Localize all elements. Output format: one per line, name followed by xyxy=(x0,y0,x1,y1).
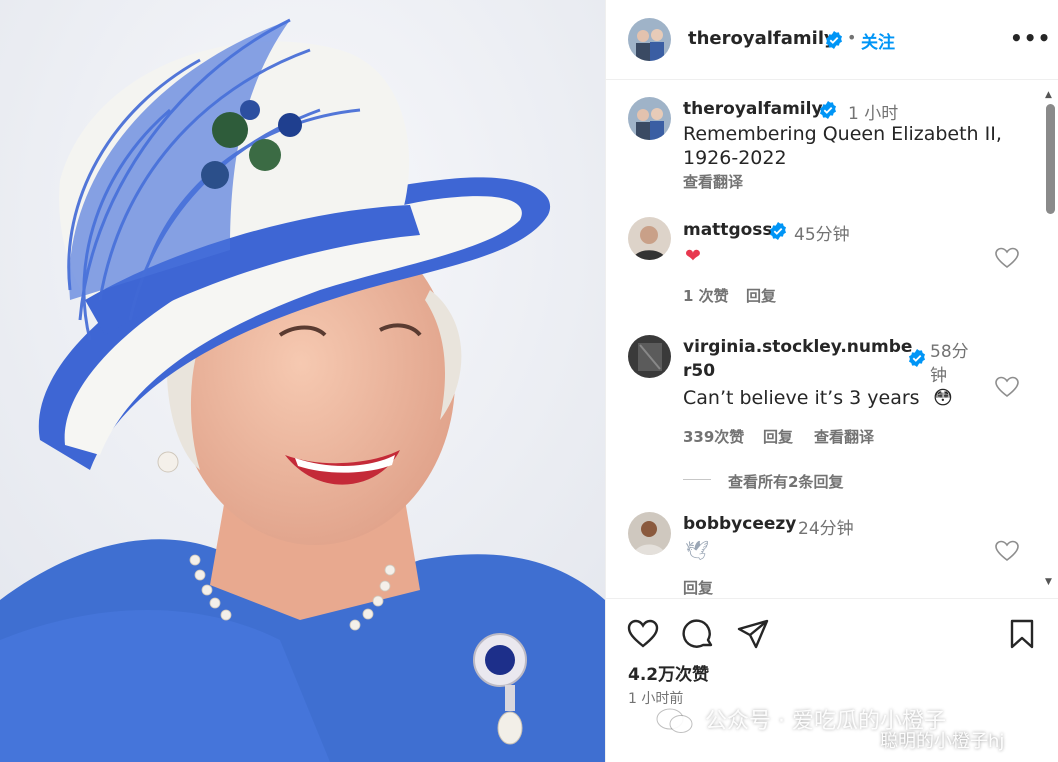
caption-username[interactable]: theroyalfamily xyxy=(683,99,823,119)
comment-icon[interactable] xyxy=(682,617,716,651)
comment-text: Can’t believe it’s 3 years xyxy=(683,387,920,409)
verified-icon xyxy=(825,31,843,51)
comment-avatar[interactable] xyxy=(628,512,671,555)
comment-avatar[interactable] xyxy=(628,335,671,378)
watermark-text-secondary: 聪明的小橙子hj xyxy=(880,731,1005,752)
comment-username[interactable]: mattgoss xyxy=(683,220,773,240)
flushed-emoji: 😳 xyxy=(933,387,953,409)
comment-avatar[interactable] xyxy=(628,217,671,260)
caption-text-line2: 1926-2022 xyxy=(683,147,787,169)
post-photo[interactable] xyxy=(0,0,605,762)
heart-icon[interactable] xyxy=(995,376,1019,398)
author-username[interactable]: theroyalfamily xyxy=(688,28,836,49)
comment-username[interactable]: bobbyceezy xyxy=(683,514,796,534)
photo-illustration xyxy=(0,0,605,762)
likes-count[interactable]: 4.2万次赞 xyxy=(628,660,709,685)
post-side-panel: theroyalfamily • 关注 ••• theroyalfamily 1… xyxy=(605,0,1058,762)
comment-time: 45分钟 xyxy=(794,225,850,245)
post-timestamp: 1 小时前 xyxy=(628,691,684,707)
like-heart-icon[interactable] xyxy=(626,617,660,651)
caption-time: 1 小时 xyxy=(848,104,899,124)
follow-button[interactable]: 关注 xyxy=(861,28,895,53)
replies-divider xyxy=(683,479,711,480)
comment-time: 24分钟 xyxy=(798,519,854,539)
reply-button[interactable]: 回复 xyxy=(746,285,776,306)
comments-scrollbar[interactable]: ▲ ▼ xyxy=(1043,90,1057,595)
save-icon[interactable] xyxy=(1005,617,1039,651)
comment-username-line2[interactable]: r50 xyxy=(683,361,715,381)
caption-avatar[interactable] xyxy=(628,97,671,140)
comment-translate-link[interactable]: 查看翻译 xyxy=(814,426,874,447)
caption-text-line1: Remembering Queen Elizabeth II, xyxy=(683,123,1002,145)
verified-icon xyxy=(769,222,787,242)
comment-time-line2: 钟 xyxy=(930,366,947,386)
comment-text-heart-emoji: ❤ xyxy=(685,245,701,267)
view-replies-button[interactable]: 查看所有2条回复 xyxy=(728,471,843,492)
scroll-down-arrow-icon[interactable]: ▼ xyxy=(1045,577,1052,587)
heart-icon[interactable] xyxy=(995,247,1019,269)
dove-emoji: 🕊 xyxy=(685,540,710,562)
heart-icon[interactable] xyxy=(995,540,1019,562)
reply-button[interactable]: 回复 xyxy=(683,577,713,597)
share-icon[interactable] xyxy=(736,617,770,651)
comment-time-line1: 58分 xyxy=(930,342,969,362)
verified-icon xyxy=(908,349,926,369)
wechat-icon xyxy=(656,708,693,733)
scrollbar-thumb[interactable] xyxy=(1046,104,1055,214)
post-header: theroyalfamily • 关注 ••• xyxy=(606,0,1058,80)
scroll-up-arrow-icon[interactable]: ▲ xyxy=(1045,90,1052,100)
comments-section[interactable]: theroyalfamily 1 小时 Remembering Queen El… xyxy=(606,81,1058,597)
separator-dot: • xyxy=(847,28,857,47)
reply-button[interactable]: 回复 xyxy=(763,426,793,447)
verified-icon xyxy=(819,101,837,121)
comment-username-line1[interactable]: virginia.stockley.numbe xyxy=(683,337,912,357)
comment-likes[interactable]: 339次赞 xyxy=(683,426,744,447)
caption-translate-link[interactable]: 查看翻译 xyxy=(683,171,743,192)
comment-likes[interactable]: 1 次赞 xyxy=(683,285,729,306)
author-avatar[interactable] xyxy=(628,18,671,61)
more-icon[interactable]: ••• xyxy=(1010,26,1051,50)
